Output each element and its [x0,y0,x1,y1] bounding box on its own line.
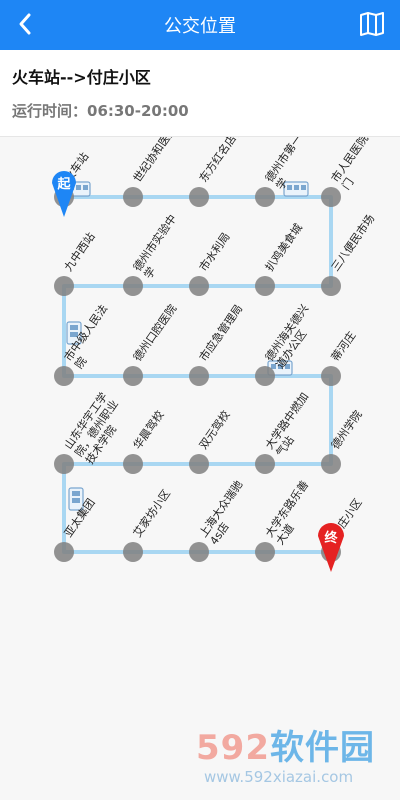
stop-dot [189,454,209,474]
stop-dot [189,542,209,562]
bus-stop[interactable]: 大学路中燃加气站 [255,390,322,474]
bus-stop[interactable]: 市应急管理局 [189,302,245,386]
map-book-icon [360,12,384,36]
end-marker: 终 [318,523,344,572]
stop-label: 德州市实验中学 [130,212,190,282]
bus-stop[interactable]: 德州口腔医院 [123,302,179,386]
stop-dot [255,542,275,562]
watermark-logo: 592软件园 [196,728,375,768]
stop-label: 山东华宇工学院，德州职业技术学院 [61,390,132,467]
stop-label: 市水利局 [196,230,233,274]
bus-stop[interactable]: 市人民医院北门 [321,123,388,207]
page-title: 公交位置 [164,16,236,37]
stop-label: 华晨驾校 [130,408,167,452]
stop-dot [54,542,74,562]
stop-label: 德州海关德兴道办公区 [262,302,322,372]
stop-dot [189,366,209,386]
stop-label: 德州学院 [328,408,365,452]
stop-label: 世纪协和医院 [130,137,179,185]
stop-dot [123,187,143,207]
bus-stop[interactable]: 德州市实验中学 [123,212,190,296]
stop-dot [255,276,275,296]
map-view-button[interactable] [358,10,386,38]
stop-label: 上海大众瑞驰4s店 [196,478,256,548]
stop-dot [54,454,74,474]
watermark: 592软件园 www.592xiazai.com [196,720,396,798]
route-map: 火车站 世纪协和医院 东方红名店街 德州市第一中学 市人民医院北门 三八便民市场 扒鸡美食城… [0,123,400,657]
bus-stop[interactable]: 大学东路乐善大道 [255,478,322,562]
stop-dot [123,454,143,474]
bus-stop[interactable]: 德州学院 [321,408,365,474]
stop-dot [321,276,341,296]
stop-dot [321,454,341,474]
stop-dot [255,366,275,386]
stop-label: 大学东路乐善大道 [262,478,322,548]
stop-dot [189,276,209,296]
route-diagram: 火车站 世纪协和医院 东方红名店街 德州市第一中学 市人民医院北门三八便民市场扒鸡美食城… [52,123,388,572]
top-bar: 公交位置 [0,0,400,50]
stop-label: 大学路中燃加气站 [262,390,322,460]
bus-stop[interactable]: 蒂河庄 [321,329,358,386]
stop-label: 市人民医院北门 [328,137,388,192]
stop-label: 德州口腔医院 [130,302,179,364]
app-screen: 公交位置 火车站-->付庄小区 运行时间：06:30-20:00 火车站 世纪协和… [0,0,400,800]
stop-dot [189,187,209,207]
stop-label: 东方红名店街 [196,137,245,185]
bus-stop[interactable]: 上海大众瑞驰4s店 [189,478,256,562]
stop-dot [255,454,275,474]
stop-dot [255,187,275,207]
stop-label: 三八便民市场 [328,212,377,274]
stop-label: 艾家坊小区 [130,487,173,540]
watermark-url: www.592xiazai.com [204,768,354,786]
stop-label: 九中西站 [61,230,98,274]
stop-dot [54,366,74,386]
stop-dot [321,366,341,386]
bus-stop[interactable]: 山东华宇工学院，德州职业技术学院 [54,390,132,474]
end-marker-label: 终 [324,530,338,546]
stop-label: 市应急管理局 [196,302,245,364]
stop-label: 扒鸡美食城 [262,221,305,274]
stop-label: 蒂河庄 [328,329,358,364]
operating-hours: 运行时间：06:30-20:00 [12,102,189,120]
start-marker-label: 起 [56,176,71,192]
stop-dot [123,542,143,562]
stop-dot [54,276,74,296]
stop-dot [123,276,143,296]
route-name: 火车站-->付庄小区 [12,68,151,87]
stop-label: 双元驾校 [196,408,233,452]
route-info-panel: 火车站-->付庄小区 运行时间：06:30-20:00 [0,50,400,137]
stop-dot [123,366,143,386]
stop-dot [321,187,341,207]
